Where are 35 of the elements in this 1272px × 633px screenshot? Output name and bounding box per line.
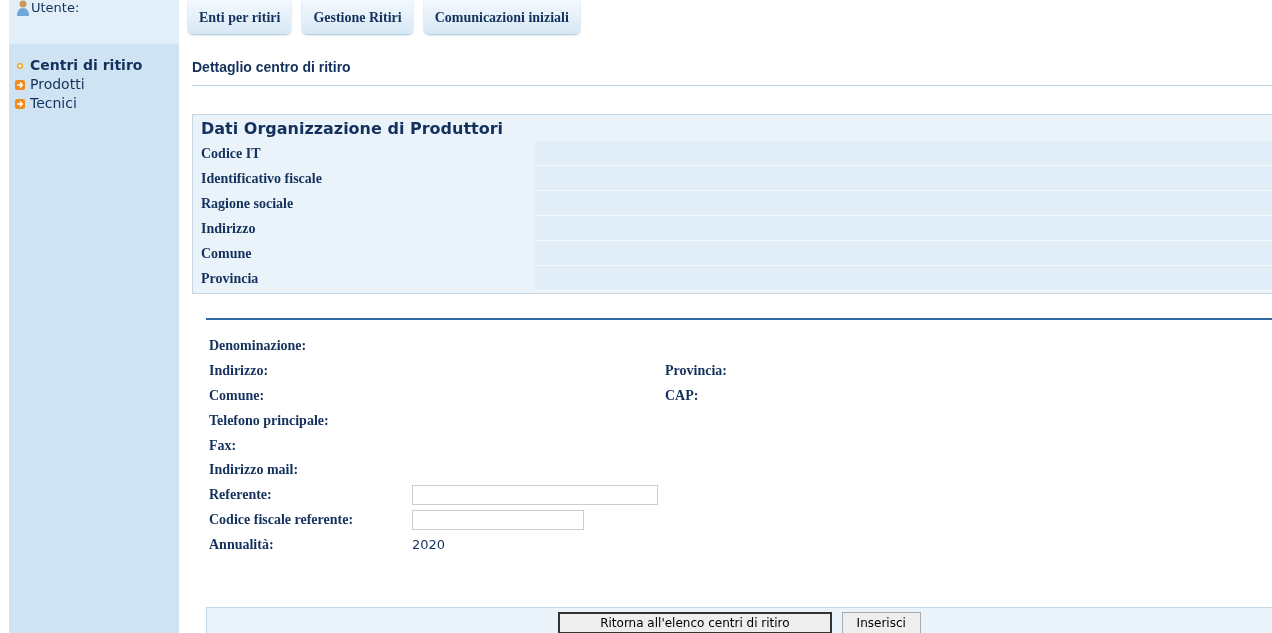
nav-tab[interactable]: Enti per ritiri xyxy=(188,0,292,34)
field-label: Codice IT xyxy=(201,145,262,162)
action-button[interactable]: Inserisci xyxy=(841,612,921,633)
field-label: CAP: xyxy=(665,388,699,404)
arrow-icon xyxy=(15,98,25,109)
field-label: Annualità: xyxy=(209,536,275,553)
page-title: Dettaglio centro di ritiro xyxy=(192,59,1272,86)
panel-title: Dati Organizzazione di Produttori xyxy=(201,119,505,140)
arrow-icon xyxy=(15,79,25,90)
user-icon xyxy=(17,0,29,16)
field-label: Provincia: xyxy=(665,363,727,380)
field-label: Indirizzo xyxy=(201,220,257,237)
field-label: Codice fiscale referente: xyxy=(209,511,355,528)
nav-tab[interactable]: Gestione Ritiri xyxy=(302,0,413,34)
field-label: Ragione sociale xyxy=(201,195,295,212)
input-field[interactable] xyxy=(412,485,658,506)
field-label: Denominazione: xyxy=(209,338,308,355)
nav-tab[interactable]: Comunicazioni iniziali xyxy=(423,0,580,34)
sidebar-item[interactable]: Prodotti xyxy=(15,75,179,94)
field-label: Provincia xyxy=(201,270,260,287)
user-label: Utente: xyxy=(31,0,80,15)
bullet-icon xyxy=(15,60,25,71)
field-label: Referente: xyxy=(209,487,273,504)
field-label: Identificativo fiscale xyxy=(201,170,323,187)
sidebar-item[interactable]: Centri di ritiro xyxy=(15,56,179,75)
sidebar-item[interactable]: Tecnici xyxy=(15,94,179,113)
field-value: 2020 xyxy=(412,537,447,553)
field-label: Fax: xyxy=(209,437,238,454)
action-button[interactable]: Ritorna all'elenco centri di ritiro xyxy=(558,612,832,633)
field-label: Telefono principale: xyxy=(209,412,330,429)
field-label: Comune xyxy=(201,245,253,262)
input-field[interactable] xyxy=(412,509,584,530)
field-label: Indirizzo mail: xyxy=(209,462,300,479)
field-label: Comune: xyxy=(209,388,266,404)
field-label: Indirizzo: xyxy=(209,363,270,380)
